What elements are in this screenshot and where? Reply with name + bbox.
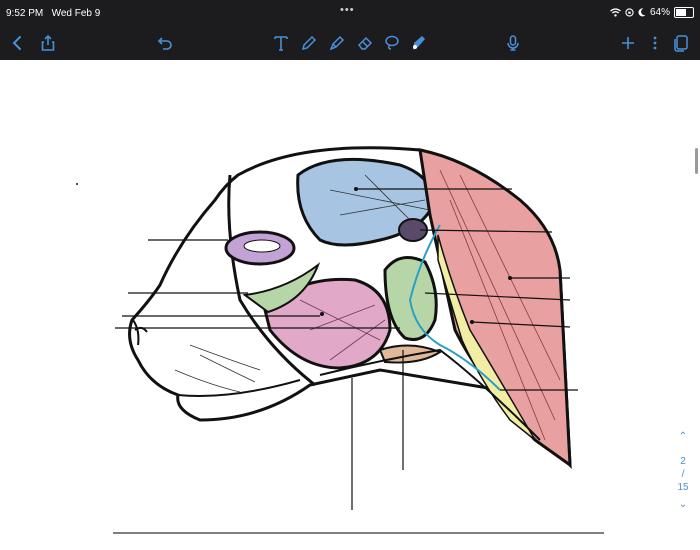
time-label: 9:52 PM: [6, 8, 44, 19]
scroll-indicator[interactable]: [695, 148, 698, 174]
undo-icon[interactable]: [154, 32, 176, 54]
lasso-tool-icon[interactable]: [381, 32, 403, 54]
pen-tool-icon[interactable]: [298, 32, 320, 54]
back-icon[interactable]: [7, 32, 29, 54]
page-up-icon[interactable]: ⌃: [672, 430, 694, 443]
add-icon[interactable]: [617, 32, 639, 54]
share-icon[interactable]: [37, 32, 59, 54]
note-canvas[interactable]: [0, 60, 700, 550]
orientation-lock-icon: [625, 8, 634, 17]
total-pages: 15: [677, 482, 689, 493]
pages-icon[interactable]: [670, 32, 692, 54]
anatomy-diagram: [76, 146, 604, 534]
text-tool-icon[interactable]: [270, 32, 292, 54]
status-icons: 64%: [610, 7, 694, 18]
page-indicator: ⌃ 2 / 15 ⌄: [672, 430, 694, 511]
microphone-icon[interactable]: [502, 32, 524, 54]
eraser-tool-icon[interactable]: [354, 32, 376, 54]
moon-icon: [638, 8, 646, 17]
status-bar: 9:52 PM Wed Feb 9 ••• 64%: [0, 0, 700, 26]
multitasking-dots-icon[interactable]: •••: [340, 4, 355, 16]
more-icon[interactable]: [644, 32, 666, 54]
status-time: 9:52 PM Wed Feb 9: [6, 8, 100, 19]
page-down-icon[interactable]: ⌄: [672, 498, 694, 511]
battery-fill: [676, 9, 686, 16]
toolbar: [0, 26, 700, 60]
date-label: Wed Feb 9: [51, 8, 101, 19]
page-separator: /: [681, 469, 685, 480]
highlighter-tool-icon[interactable]: [326, 32, 348, 54]
battery-icon: [674, 7, 694, 18]
wifi-icon: [610, 8, 621, 17]
battery-percent: 64%: [649, 7, 670, 18]
color-picker-icon[interactable]: [407, 32, 429, 54]
current-page: 2: [680, 456, 686, 467]
